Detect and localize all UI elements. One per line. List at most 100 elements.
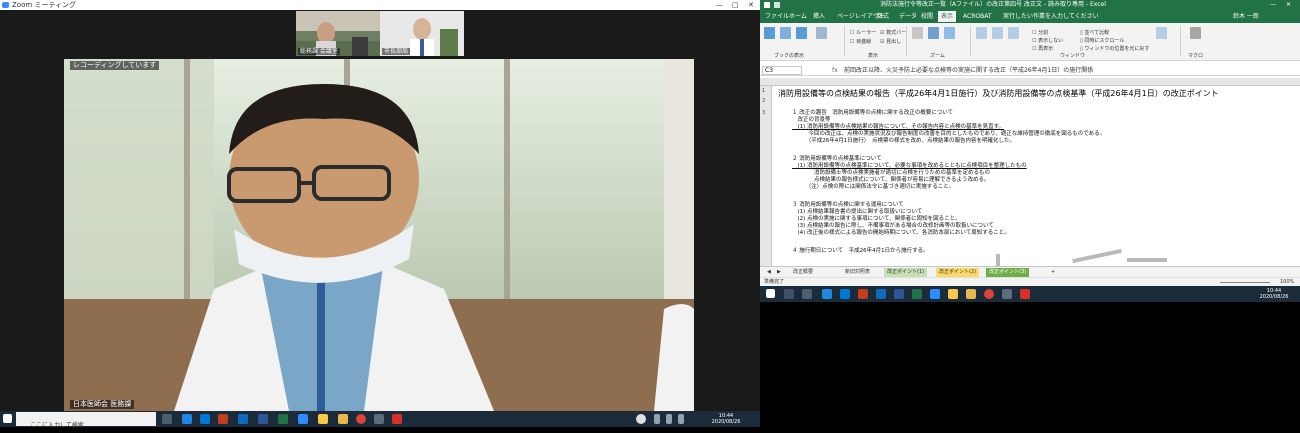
tab-home[interactable]: ホーム [786, 11, 810, 22]
tab-review[interactable]: 校閲 [918, 11, 936, 22]
column-headers[interactable] [760, 78, 1300, 86]
participant-thumbnail-2[interactable]: 市長部局 [380, 11, 464, 56]
formula-input[interactable]: 前回改正以降、火災予防上必要な点検等の実施に関する改正（平成26年4月1日）の施… [844, 65, 1093, 76]
group-show: 表示 [868, 53, 879, 59]
custom-view-icon[interactable] [816, 27, 827, 39]
tab-insert[interactable]: 挿入 [810, 11, 828, 22]
add-sheet-button[interactable]: + [1048, 268, 1058, 277]
powerpoint-icon[interactable] [858, 289, 868, 299]
synchronous-scroll-button[interactable]: ▯ 同時にスクロール [1080, 37, 1124, 44]
ruler-checkbox[interactable]: ☐ ルーラー [850, 29, 876, 36]
headings-checkbox[interactable]: ☑ 見出し [880, 38, 901, 45]
windows-start-icon[interactable] [766, 289, 775, 298]
reset-window-button[interactable]: ▯ ウィンドウの位置を元に戻す [1080, 45, 1149, 52]
zoom-taskbar-icon[interactable] [930, 289, 940, 299]
outlook-icon[interactable] [238, 414, 248, 424]
taskbar-clock-right[interactable]: 10:44 2020/08/26 [1254, 288, 1294, 300]
excel-close-icon[interactable]: ✕ [1286, 0, 1291, 10]
chrome-icon[interactable] [984, 289, 994, 299]
taskbar-clock-left[interactable]: 10:44 2020/08/26 [706, 413, 746, 425]
tab-formulas[interactable]: 数式 [874, 11, 892, 22]
taskbar-search-box[interactable]: ここに入力して検索 [16, 412, 156, 429]
fx-icon[interactable]: fx [832, 65, 838, 76]
tab-data[interactable]: データ [896, 11, 920, 22]
sheet-tab-4[interactable]: 改正ポイント(2) [936, 268, 980, 277]
maximize-icon[interactable]: □ [732, 0, 739, 10]
sheet-nav-next-icon[interactable]: ▶ [774, 268, 784, 277]
new-window-icon[interactable] [976, 27, 987, 39]
minimize-icon[interactable]: — [716, 0, 723, 10]
word-icon[interactable] [894, 289, 904, 299]
excel-icon[interactable] [278, 414, 288, 424]
sheet-tab-2[interactable]: 新旧対照表 [842, 268, 873, 277]
ie-icon[interactable] [840, 289, 850, 299]
help-icon[interactable] [636, 414, 646, 424]
edge-icon[interactable] [822, 289, 832, 299]
zoom-taskbar-icon[interactable] [298, 414, 308, 424]
row-header-2[interactable]: 2 [762, 98, 765, 104]
macros-icon[interactable] [1190, 27, 1201, 39]
edge-icon[interactable] [182, 414, 192, 424]
excel-minimize-icon[interactable]: — [1270, 0, 1276, 10]
outlook-icon[interactable] [876, 289, 886, 299]
sheet-nav-prev-icon[interactable]: ◀ [764, 268, 774, 277]
split-button[interactable]: ☐ 分割 [1032, 29, 1048, 36]
worksheet-grid[interactable]: 消防用設備等の点検結果の報告（平成26年4月1日施行）及び消防用設備等の点検基準… [772, 86, 1300, 266]
volume-icon[interactable] [678, 414, 684, 424]
user-account[interactable]: 鈴木 一郎 [1230, 11, 1262, 22]
word-icon[interactable] [258, 414, 268, 424]
undo-icon[interactable] [774, 2, 780, 8]
file-explorer-icon[interactable] [338, 414, 348, 424]
zoom-window-title: Zoom ミーティング [12, 1, 76, 9]
sheet-tab-5[interactable]: 改正ポイント(3) [986, 268, 1030, 277]
sheet-line: (1) 消防用設備等の点検基準について、必要な事項を改めるとともに点検項目を整理… [792, 163, 1027, 169]
tab-acrobat[interactable]: ACROBAT [960, 11, 995, 22]
sheet-tab-1[interactable]: 改正概要 [790, 268, 816, 277]
sheet-tab-3[interactable]: 改正ポイント(1) [884, 268, 928, 277]
system-tray-icon[interactable] [654, 414, 660, 424]
acrobat-icon[interactable] [392, 414, 402, 424]
unhide-button[interactable]: ☐ 再表示 [1032, 45, 1053, 52]
name-box[interactable]: C3 [762, 66, 802, 75]
switch-windows-icon[interactable] [1156, 27, 1167, 39]
sticky-notes-icon[interactable] [318, 414, 328, 424]
ribbon-separator [1180, 26, 1181, 56]
row-header-3[interactable]: 3 [762, 110, 765, 116]
settings-icon[interactable] [374, 414, 384, 424]
zoom-selection-icon[interactable] [944, 27, 955, 39]
excel-titlebar: 消防法施行令等改正一覧（Aファイル）の改正第四号 改正文 - 読み取り専用 - … [760, 0, 1300, 10]
task-view-icon[interactable] [162, 414, 172, 424]
ie-icon[interactable] [200, 414, 210, 424]
row-header-1[interactable]: 1 [762, 88, 765, 94]
save-icon[interactable] [764, 2, 770, 8]
excel-icon[interactable] [912, 289, 922, 299]
sticky-notes-icon[interactable] [948, 289, 958, 299]
zoom-slider[interactable] [1220, 282, 1270, 283]
zoom-icon[interactable] [912, 27, 923, 39]
network-icon[interactable] [666, 414, 672, 424]
arrange-all-icon[interactable] [992, 27, 1003, 39]
zoom-100-icon[interactable] [928, 27, 939, 39]
main-speaker-video[interactable]: レコーディングしています 日本医師会 医務課 [64, 59, 694, 411]
page-layout-view-icon[interactable] [796, 27, 807, 39]
close-icon[interactable]: ✕ [748, 0, 754, 10]
search-icon[interactable] [784, 289, 794, 299]
freeze-panes-icon[interactable] [1008, 27, 1019, 39]
view-side-by-side-button[interactable]: ▯ 並べて比較 [1080, 29, 1109, 36]
settings-icon[interactable] [1002, 289, 1012, 299]
tell-me-search[interactable]: 実行したい作業を入力してください [1000, 11, 1102, 22]
formula-bar-checkbox[interactable]: ☑ 数式バー [880, 29, 906, 36]
task-view-icon[interactable] [802, 289, 812, 299]
participant-thumbnail-1[interactable]: 総務課 会議室 [296, 11, 380, 56]
chrome-icon[interactable] [356, 414, 366, 424]
row-headers[interactable]: 1 2 3 [760, 86, 772, 266]
windows-start-icon[interactable] [3, 414, 12, 423]
page-break-view-icon[interactable] [780, 27, 791, 39]
acrobat-icon[interactable] [1020, 289, 1030, 299]
file-explorer-icon[interactable] [966, 289, 976, 299]
normal-view-icon[interactable] [764, 27, 775, 39]
tab-view[interactable]: 表示 [938, 11, 957, 22]
powerpoint-icon[interactable] [218, 414, 228, 424]
gridlines-checkbox[interactable]: ☐ 目盛線 [850, 38, 871, 45]
hide-button[interactable]: ☐ 表示しない [1032, 37, 1063, 44]
